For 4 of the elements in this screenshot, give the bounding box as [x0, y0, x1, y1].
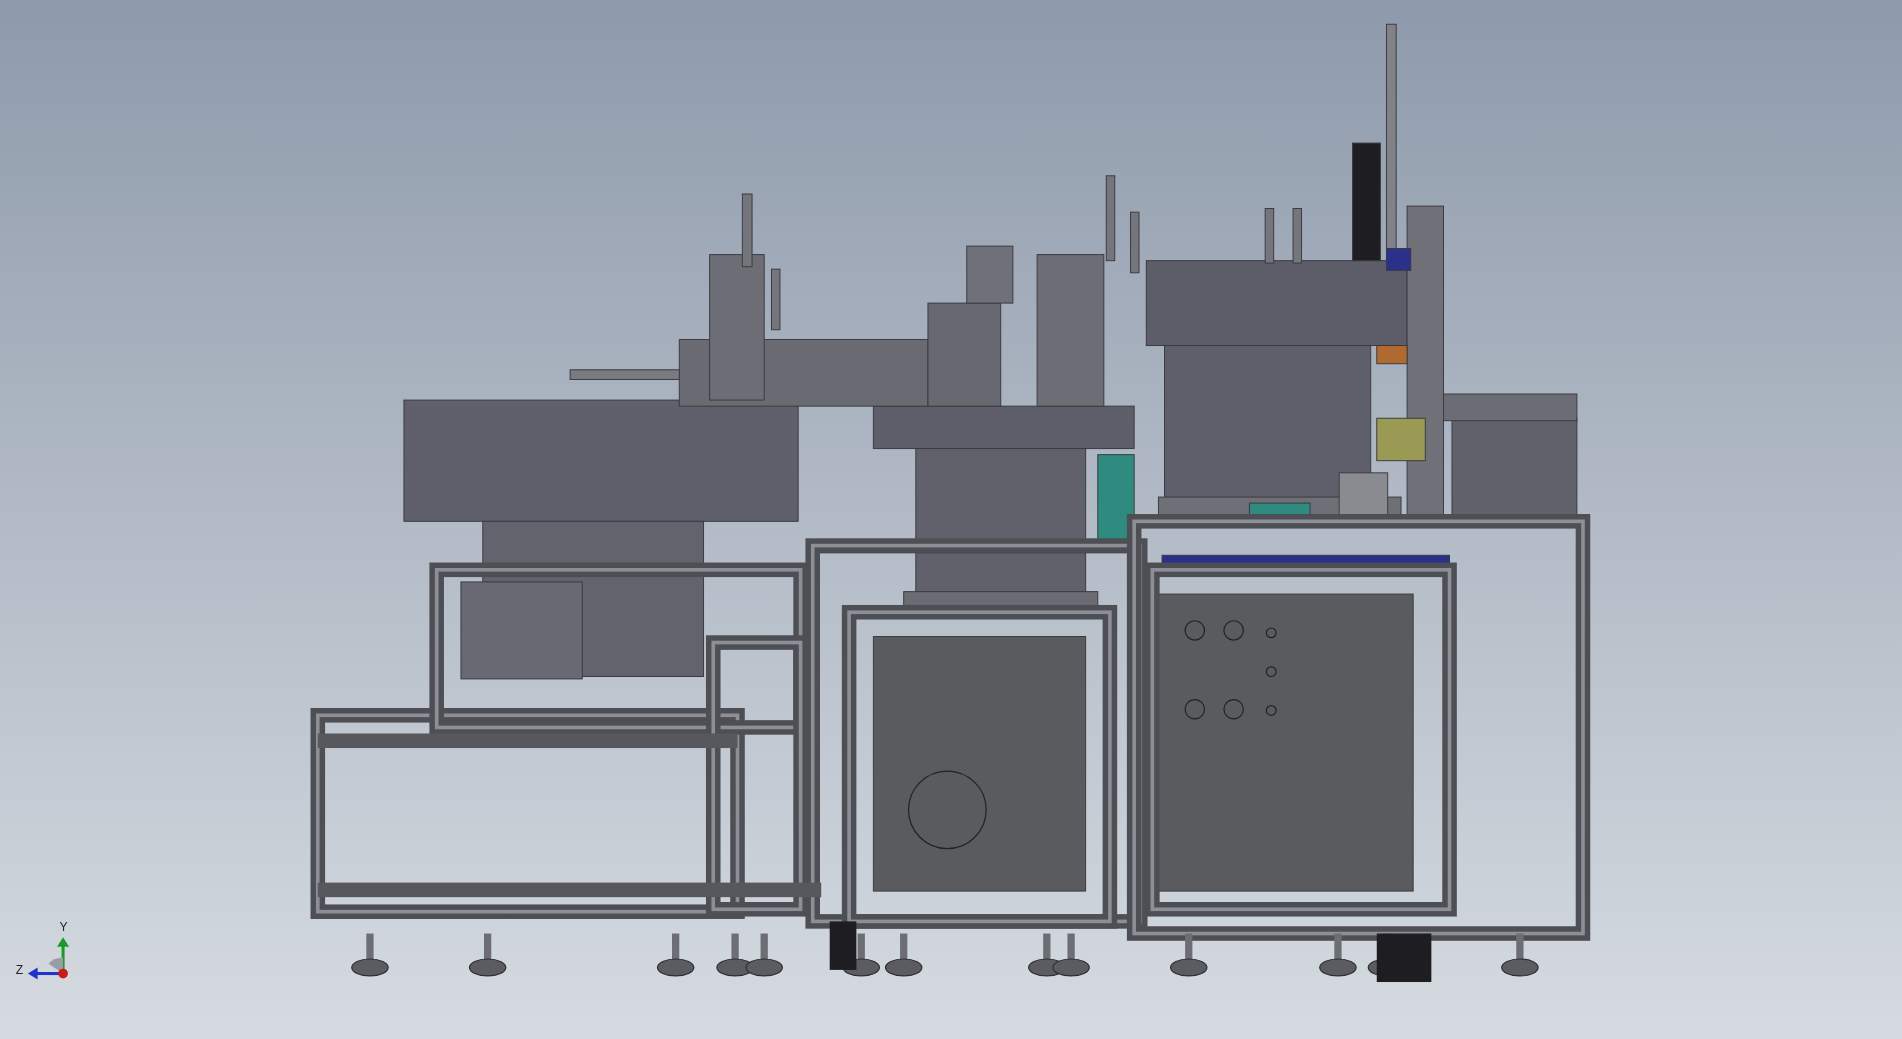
axis-label: Z: [15, 962, 24, 977]
axis-triad-icon: [27, 937, 70, 980]
cad-viewport[interactable]: Y Z: [0, 0, 1902, 1039]
axis-label: Y: [59, 920, 68, 935]
